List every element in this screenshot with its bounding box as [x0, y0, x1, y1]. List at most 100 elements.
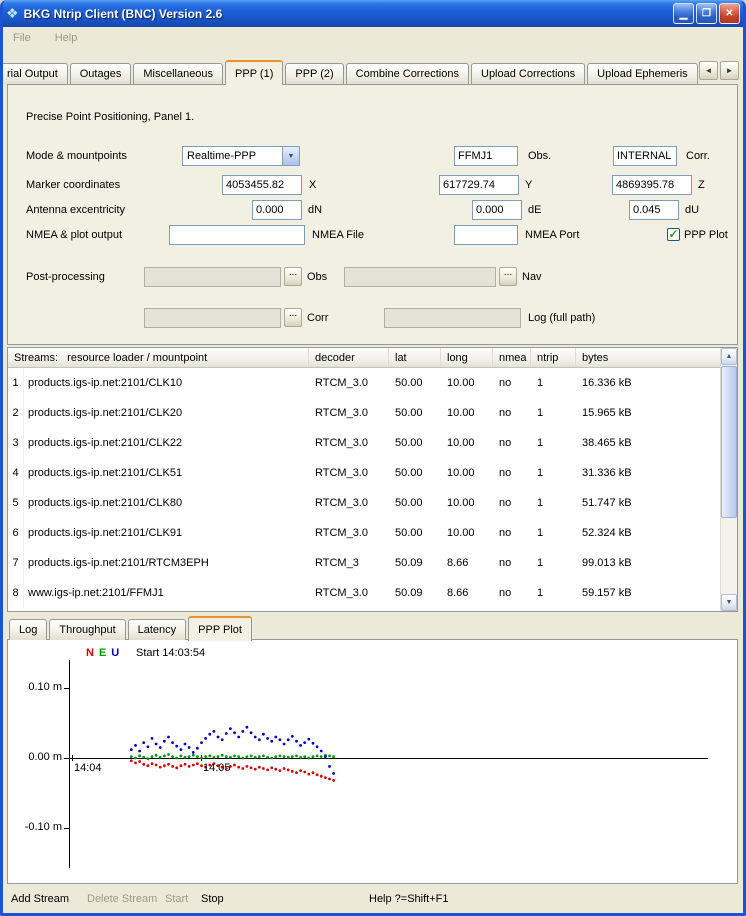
stop-button[interactable]: Stop — [201, 893, 224, 905]
cell-dcell: RTCM_3.0 — [309, 518, 389, 548]
header-ntrip[interactable]: ntrip — [531, 348, 576, 367]
nmea-file-input[interactable] — [169, 225, 305, 245]
mode-label: Mode & mountpoints — [26, 146, 127, 166]
tab-log[interactable]: Log — [9, 619, 47, 640]
tab-ppp-plot[interactable]: PPP Plot — [188, 616, 252, 641]
menu-file[interactable]: File — [9, 30, 35, 46]
panel-title: Precise Point Positioning, Panel 1. — [26, 107, 194, 127]
header-mountpoint[interactable]: Streams: resource loader / mountpoint — [8, 348, 309, 367]
header-decoder[interactable]: decoder — [309, 348, 389, 367]
tab-latency[interactable]: Latency — [128, 619, 187, 640]
help-shortcut-label: Help ?=Shift+F1 — [369, 893, 449, 905]
cell-ntcell: 1 — [531, 458, 576, 488]
stream-row[interactable]: 3products.igs-ip.net:2101/CLK22RTCM_3.05… — [8, 428, 720, 458]
plot-y-tick-label: 0.10 m — [10, 681, 62, 693]
header-lat[interactable]: lat — [389, 348, 441, 367]
post-corr-input — [144, 308, 281, 328]
tab-combine-corrections[interactable]: Combine Corrections — [346, 63, 469, 84]
delete-stream-button[interactable]: Delete Stream — [87, 893, 157, 905]
obs-mountpoint-input[interactable] — [454, 146, 518, 166]
stream-row[interactable]: 1products.igs-ip.net:2101/CLK10RTCM_3.05… — [8, 368, 720, 398]
app-icon: ❖ — [6, 5, 19, 22]
post-nav-input — [344, 267, 496, 287]
restore-icon: ❐ — [702, 9, 711, 19]
add-stream-button[interactable]: Add Stream — [11, 893, 69, 905]
cell-nmcell: no — [493, 548, 531, 578]
cell-bcell: 38.465 kB — [576, 428, 720, 458]
stream-row[interactable]: 7products.igs-ip.net:2101/RTCM3EPHRTCM_3… — [8, 548, 720, 578]
cell-bcell: 99.013 kB — [576, 548, 720, 578]
minimize-button[interactable]: ▁ — [673, 3, 694, 24]
antenna-de-input[interactable] — [472, 200, 522, 220]
antenna-dn-input[interactable] — [252, 200, 302, 220]
scrollbar-thumb[interactable] — [721, 366, 737, 518]
corr-mountpoint-input[interactable] — [613, 146, 677, 166]
restore-button[interactable]: ❐ — [696, 3, 717, 24]
tab-ppp-2[interactable]: PPP (2) — [285, 63, 343, 84]
scroll-down-icon: ▼ — [726, 599, 733, 606]
scroll-up-button[interactable]: ▲ — [721, 348, 737, 365]
ppp-plot-checkbox[interactable]: ✓ — [667, 228, 680, 241]
post-log-label: Log (full path) — [528, 308, 595, 328]
close-button[interactable]: ✕ — [719, 3, 740, 24]
nmea-file-label: NMEA File — [312, 225, 364, 245]
cell-dcell: RTCM_3.0 — [309, 458, 389, 488]
cell-loncell: 8.66 — [441, 578, 493, 608]
header-nmea[interactable]: nmea — [493, 348, 531, 367]
window-controls: ▁ ❐ ✕ — [673, 3, 740, 24]
tab-scroll-left-button[interactable]: ◄ — [699, 61, 718, 80]
stream-row[interactable]: 8www.igs-ip.net:2101/FFMJ1RTCM_3.050.098… — [8, 578, 720, 608]
tab-upload-corrections[interactable]: Upload Corrections — [471, 63, 585, 84]
antenna-du-input[interactable] — [629, 200, 679, 220]
scroll-down-button[interactable]: ▼ — [721, 594, 737, 611]
check-icon: ✓ — [668, 228, 678, 240]
scroll-up-icon: ▲ — [726, 353, 733, 360]
menu-help[interactable]: Help — [51, 30, 82, 46]
header-long[interactable]: long — [441, 348, 493, 367]
marker-x-input[interactable] — [222, 175, 302, 195]
tab-miscellaneous[interactable]: Miscellaneous — [133, 63, 223, 84]
cell-mcell: www.igs-ip.net:2101/FFMJ1 — [24, 578, 309, 608]
stream-row[interactable]: 2products.igs-ip.net:2101/CLK20RTCM_3.05… — [8, 398, 720, 428]
header-bytes[interactable]: bytes — [576, 348, 720, 367]
legend-u: U — [111, 647, 119, 659]
cell-dcell: RTCM_3 — [309, 548, 389, 578]
ppp-plot: NEU Start 14:03:54 0.10 m0.00 m-0.10 m14… — [8, 640, 737, 883]
post-corr-browse-button[interactable]: ... — [284, 308, 302, 327]
stream-row[interactable]: 5products.igs-ip.net:2101/CLK80RTCM_3.05… — [8, 488, 720, 518]
tab-outages[interactable]: Outages — [70, 63, 132, 84]
streams-scrollbar[interactable]: ▲ ▼ — [720, 348, 737, 611]
titlebar[interactable]: ❖ BKG Ntrip Client (BNC) Version 2.6 ▁ ❐… — [0, 0, 746, 27]
tab-rial-output[interactable]: rial Output — [0, 63, 68, 84]
tab-throughput[interactable]: Throughput — [49, 619, 125, 640]
cell-numcell: 5 — [8, 488, 24, 518]
combo-arrow-icon[interactable]: ▼ — [282, 147, 299, 165]
marker-z-input[interactable] — [612, 175, 692, 195]
stream-row[interactable]: 6products.igs-ip.net:2101/CLK91RTCM_3.05… — [8, 518, 720, 548]
antenna-de-label: dE — [528, 200, 541, 220]
antenna-label: Antenna excentricity — [26, 200, 125, 220]
plot-legend: NEU — [86, 647, 124, 659]
plot-x-tick-label: 14:04 — [74, 762, 102, 774]
tab-upload-ephemeris[interactable]: Upload Ephemeris — [587, 63, 698, 84]
start-button[interactable]: Start — [165, 893, 188, 905]
cell-loncell: 10.00 — [441, 488, 493, 518]
post-log-input — [384, 308, 521, 328]
marker-y-input[interactable] — [439, 175, 519, 195]
nmea-port-input[interactable] — [454, 225, 518, 245]
stream-row[interactable]: 4products.igs-ip.net:2101/CLK51RTCM_3.05… — [8, 458, 720, 488]
tab-ppp-1[interactable]: PPP (1) — [225, 60, 283, 85]
cell-ntcell: 1 — [531, 518, 576, 548]
cell-ntcell: 1 — [531, 488, 576, 518]
cell-ntcell: 1 — [531, 578, 576, 608]
post-nav-browse-button[interactable]: ... — [499, 267, 517, 286]
post-obs-browse-button[interactable]: ... — [284, 267, 302, 286]
cell-latcell: 50.00 — [389, 458, 441, 488]
tab-scroll-right-button[interactable]: ► — [720, 61, 739, 80]
marker-x-label: X — [309, 175, 316, 195]
mode-combobox[interactable]: Realtime-PPP ▼ — [182, 146, 300, 166]
cell-nmcell: no — [493, 518, 531, 548]
mode-combobox-value: Realtime-PPP — [183, 147, 282, 165]
cell-bcell: 15.965 kB — [576, 398, 720, 428]
cell-numcell: 1 — [8, 368, 24, 398]
